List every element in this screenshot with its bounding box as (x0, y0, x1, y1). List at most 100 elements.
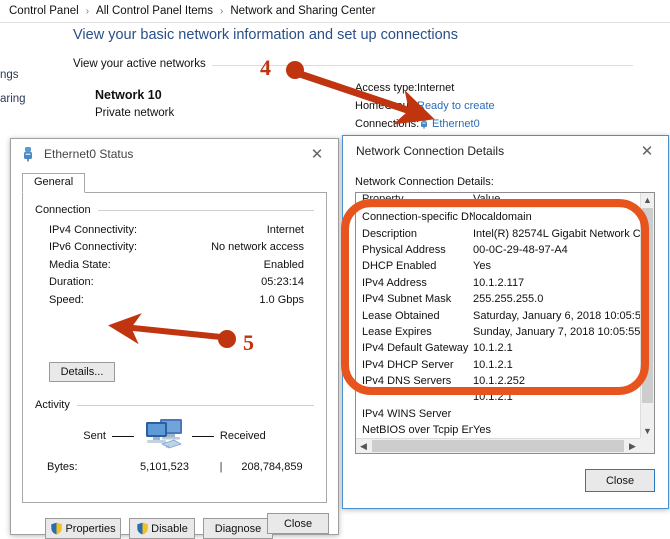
breadcrumb-separator-icon: › (220, 5, 224, 17)
activity-group-header: Activity (35, 398, 314, 412)
bytes-label: Bytes: (47, 461, 78, 473)
access-type-label: Access type: (355, 82, 418, 94)
details-row-property: Lease Expires (362, 325, 432, 338)
chevron-left-icon[interactable]: ◀ (356, 441, 371, 452)
ipv4-connectivity-value: Internet (266, 223, 304, 236)
chevron-right-icon[interactable]: ▶ (625, 441, 640, 452)
chevron-down-icon[interactable]: ▼ (641, 424, 654, 438)
network-connection-details-dialog: Network Connection Details ✕ Network Con… (342, 135, 669, 509)
kv-row-ipv6-connectivity: IPv6 Connectivity: No network access (35, 239, 314, 257)
details-row[interactable]: IPv4 DNS Servers 10.1.2.252 (356, 373, 654, 389)
scrollbar-thumb-vertical[interactable] (642, 208, 653, 403)
details-row[interactable]: Physical Address 00-0C-29-48-97-A4 (356, 242, 654, 258)
details-row[interactable]: NetBIOS over Tcpip En... Yes (356, 422, 654, 438)
details-button[interactable]: Details... (49, 362, 115, 382)
network-name: Network 10 (95, 88, 162, 102)
ipv6-connectivity-label: IPv6 Connectivity: (49, 241, 138, 254)
details-row-value: Intel(R) 82574L Gigabit Network Conn (473, 227, 654, 240)
ethernet-icon (21, 146, 37, 162)
details-row[interactable]: IPv4 Address 10.1.2.117 (356, 275, 654, 291)
details-list[interactable]: Property Value Connection-specific DN...… (355, 192, 655, 454)
close-icon[interactable]: ✕ (300, 141, 334, 167)
details-row-property: Physical Address (362, 243, 446, 256)
status-close-button[interactable]: Close (267, 513, 329, 534)
details-list-rows: Connection-specific DN...localdomainDesc… (356, 209, 654, 453)
details-row-property: IPv4 WINS Server (362, 407, 452, 420)
details-row[interactable]: DHCP Enabled Yes (356, 258, 654, 274)
status-tabstrip: General (22, 173, 327, 193)
annotation-label-5: 5 (243, 330, 254, 355)
ethernet0-link[interactable]: Ethernet0 (432, 118, 480, 130)
breadcrumb[interactable]: Control Panel › All Control Panel Items … (8, 1, 376, 21)
details-row[interactable]: Description Intel(R) 82574L Gigabit Netwo… (356, 225, 654, 241)
network-type: Private network (95, 107, 175, 119)
column-header-property: Property (362, 193, 404, 205)
homegroup-link[interactable]: Ready to create (417, 100, 495, 112)
active-networks-label: View your active networks (73, 58, 212, 70)
details-close-button[interactable]: Close (585, 469, 655, 492)
details-row[interactable]: IPv4 WINS Server (356, 406, 654, 422)
details-row-property: NetBIOS over Tcpip En... (362, 424, 473, 437)
vertical-scrollbar[interactable]: ▲ ▼ (640, 193, 654, 453)
ethernet-status-dialog: Ethernet0 Status ✕ General Connection IP… (10, 138, 339, 539)
media-state-value: Enabled (263, 258, 304, 271)
close-icon[interactable]: ✕ (630, 138, 664, 164)
details-row[interactable]: Lease Obtained Saturday, January 6, 2018 … (356, 307, 654, 323)
annotation-label-4: 4 (260, 55, 271, 80)
access-type-value: Internet (417, 82, 455, 94)
details-row-property: IPv4 Default Gateway (362, 342, 469, 355)
breadcrumb-item-all-items[interactable]: All Control Panel Items (95, 5, 214, 17)
homegroup-label: HomeGroup: (355, 100, 418, 112)
disable-button[interactable]: Disable (129, 518, 195, 539)
details-row[interactable]: IPv4 Subnet Mask 255.255.255.0 (356, 291, 654, 307)
activity-icon-row: Sent Received (35, 415, 314, 457)
breadcrumb-item-control-panel[interactable]: Control Panel (8, 5, 80, 17)
media-state-label: Media State: (49, 258, 111, 271)
group-divider (97, 209, 314, 211)
details-row-value: 10.1.2.1 (473, 391, 513, 404)
duration-label: Duration: (49, 276, 94, 289)
details-row-value: 10.1.2.1 (473, 342, 513, 355)
sidebar-link-settings[interactable]: ngs (0, 69, 19, 81)
details-row-property: IPv4 DNS Servers (362, 375, 452, 388)
bytes-separator: | (219, 461, 223, 473)
details-row[interactable]: IPv4 Default Gateway 10.1.2.1 (356, 340, 654, 356)
details-row[interactable]: 10.1.2.1 (356, 389, 654, 405)
status-dialog-title: Ethernet0 Status (44, 147, 134, 161)
duration-value: 05:23:14 (261, 276, 304, 289)
received-label: Received (219, 430, 266, 442)
breadcrumb-separator-icon: › (85, 5, 90, 17)
details-row-property: IPv4 DHCP Server (362, 358, 454, 371)
sidebar-link-sharing[interactable]: aring (0, 93, 26, 105)
horizontal-scrollbar[interactable]: ◀ ▶ (356, 438, 640, 453)
diagnose-button[interactable]: Diagnose (203, 518, 273, 539)
details-row-property: DHCP Enabled (362, 260, 437, 273)
details-row-property: Connection-specific DN... (362, 211, 473, 224)
tab-general[interactable]: General (22, 173, 86, 193)
breadcrumb-divider (0, 22, 670, 23)
details-row[interactable]: Lease Expires Sunday, January 7, 2018 10:… (356, 324, 654, 340)
details-row-value: Sunday, January 7, 2018 10:05:55 PM (473, 325, 654, 338)
bytes-row: Bytes: 5,101,523 | 208,784,859 (35, 457, 314, 477)
details-row-property: Lease Obtained (362, 309, 440, 322)
details-row[interactable]: IPv4 DHCP Server 10.1.2.1 (356, 357, 654, 373)
details-row[interactable]: Connection-specific DN...localdomain (356, 209, 654, 225)
bytes-received-value: 208,784,859 (241, 461, 303, 473)
details-row-property: IPv4 Subnet Mask (362, 293, 452, 306)
group-divider (76, 404, 314, 406)
details-row-value: 255.255.255.0 (473, 293, 544, 306)
status-action-buttons: Properties Disable Diagnose (45, 518, 273, 539)
properties-button[interactable]: Properties (45, 518, 121, 539)
ipv4-connectivity-label: IPv4 Connectivity: (49, 223, 138, 236)
kv-row-speed: Speed: 1.0 Gbps (35, 291, 314, 309)
connection-info-block: Access type: Internet HomeGroup: Ready t… (355, 79, 655, 133)
ipv6-connectivity-value: No network access (211, 241, 304, 254)
details-row-value: 00-0C-29-48-97-A4 (473, 243, 568, 256)
computers-icon (140, 417, 186, 455)
chevron-up-icon[interactable]: ▲ (641, 193, 654, 207)
scrollbar-thumb-horizontal[interactable] (372, 440, 624, 452)
shield-icon (136, 522, 149, 535)
breadcrumb-item-network-sharing[interactable]: Network and Sharing Center (229, 5, 376, 17)
details-row-value: localdomain (473, 211, 532, 224)
connection-group-header: Connection (35, 203, 314, 217)
